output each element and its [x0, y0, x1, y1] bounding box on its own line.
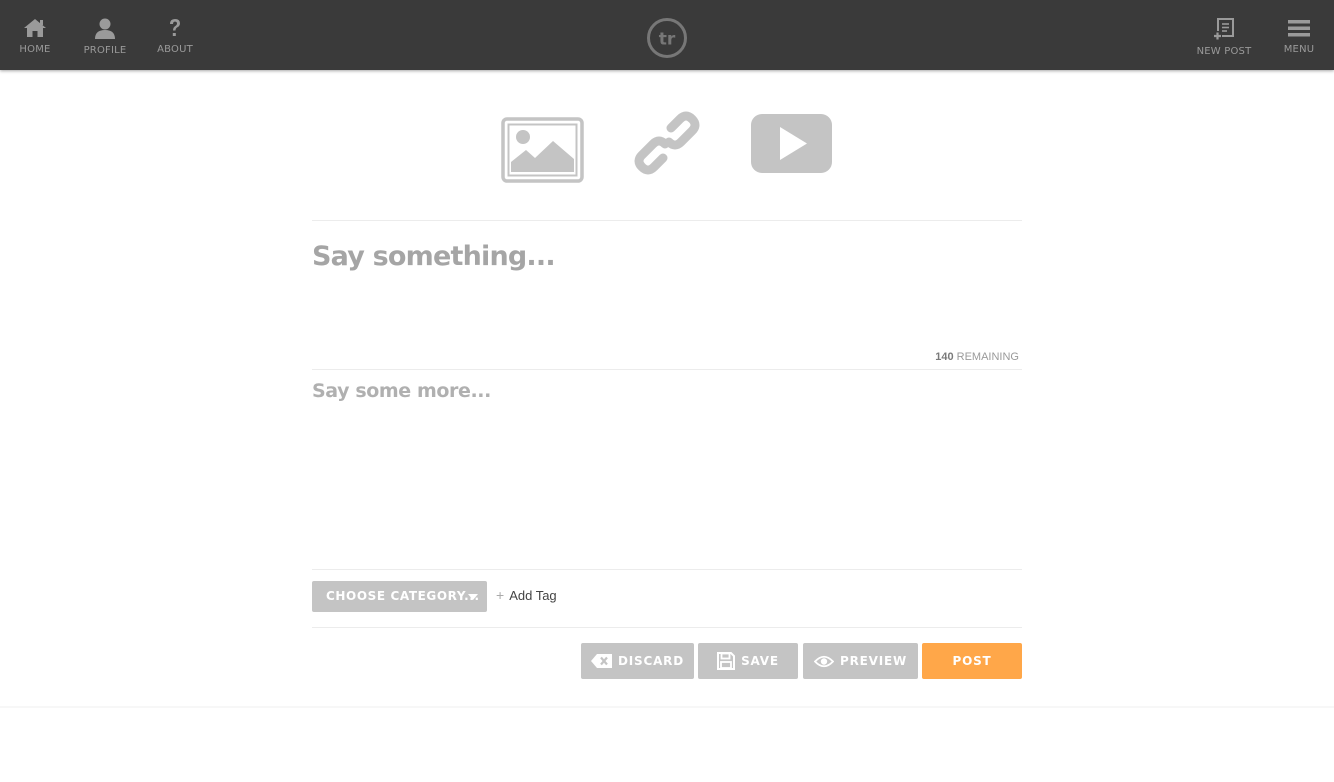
- discard-button[interactable]: DISCARD: [581, 643, 694, 679]
- new-post-icon: [1213, 18, 1234, 40]
- question-icon: [170, 19, 180, 36]
- nav-home-label: HOME: [19, 44, 51, 55]
- divider: [312, 569, 1022, 570]
- footer-divider: [0, 706, 1334, 708]
- body-input[interactable]: [312, 380, 1022, 560]
- nav-about[interactable]: ABOUT: [145, 18, 205, 55]
- discard-label: DISCARD: [618, 654, 684, 668]
- nav-profile[interactable]: PROFILE: [75, 18, 135, 56]
- preview-label: PREVIEW: [839, 654, 908, 668]
- tr-logo[interactable]: tr: [646, 17, 688, 59]
- remaining-count: 140: [935, 351, 954, 363]
- hamburger-icon: [1288, 20, 1310, 37]
- nav-menu-label: MENU: [1283, 44, 1315, 55]
- nav-about-label: ABOUT: [157, 44, 193, 55]
- link-icon[interactable]: [633, 110, 701, 176]
- top-navigation-bar: HOME PROFILE ABOUT tr NEW POST MENU: [0, 0, 1334, 70]
- caret-down-icon: [468, 594, 478, 600]
- category-dropdown[interactable]: CHOOSE CATEGORY...: [312, 581, 487, 612]
- add-tag-label: Add Tag: [509, 588, 557, 603]
- category-label: CHOOSE CATEGORY...: [326, 589, 480, 603]
- preview-button[interactable]: PREVIEW: [803, 643, 918, 679]
- add-tag-button[interactable]: + Add Tag: [496, 587, 557, 603]
- user-icon: [95, 18, 115, 39]
- eye-icon: [813, 655, 834, 667]
- nav-new-post[interactable]: NEW POST: [1194, 18, 1254, 57]
- divider: [312, 220, 1022, 221]
- divider: [312, 369, 1022, 370]
- save-label: SAVE: [741, 654, 779, 668]
- title-input[interactable]: [312, 236, 1022, 276]
- remaining-label: REMAINING: [956, 351, 1019, 363]
- nav-menu[interactable]: MENU: [1269, 18, 1329, 55]
- post-label: POST: [952, 654, 992, 668]
- floppy-disk-icon: [717, 652, 736, 670]
- save-button[interactable]: SAVE: [698, 643, 798, 679]
- logo-text: tr: [659, 30, 676, 50]
- backspace-icon: [591, 654, 613, 668]
- nav-profile-label: PROFILE: [83, 45, 127, 56]
- character-counter: 140 REMAINING: [935, 351, 1019, 363]
- image-icon[interactable]: [501, 117, 584, 183]
- plus-icon: +: [496, 587, 505, 603]
- nav-home[interactable]: HOME: [5, 18, 65, 55]
- divider: [312, 627, 1022, 628]
- home-icon: [24, 19, 46, 37]
- post-button[interactable]: POST: [922, 643, 1022, 679]
- video-play-icon[interactable]: [751, 114, 832, 173]
- nav-new-post-label: NEW POST: [1196, 46, 1252, 57]
